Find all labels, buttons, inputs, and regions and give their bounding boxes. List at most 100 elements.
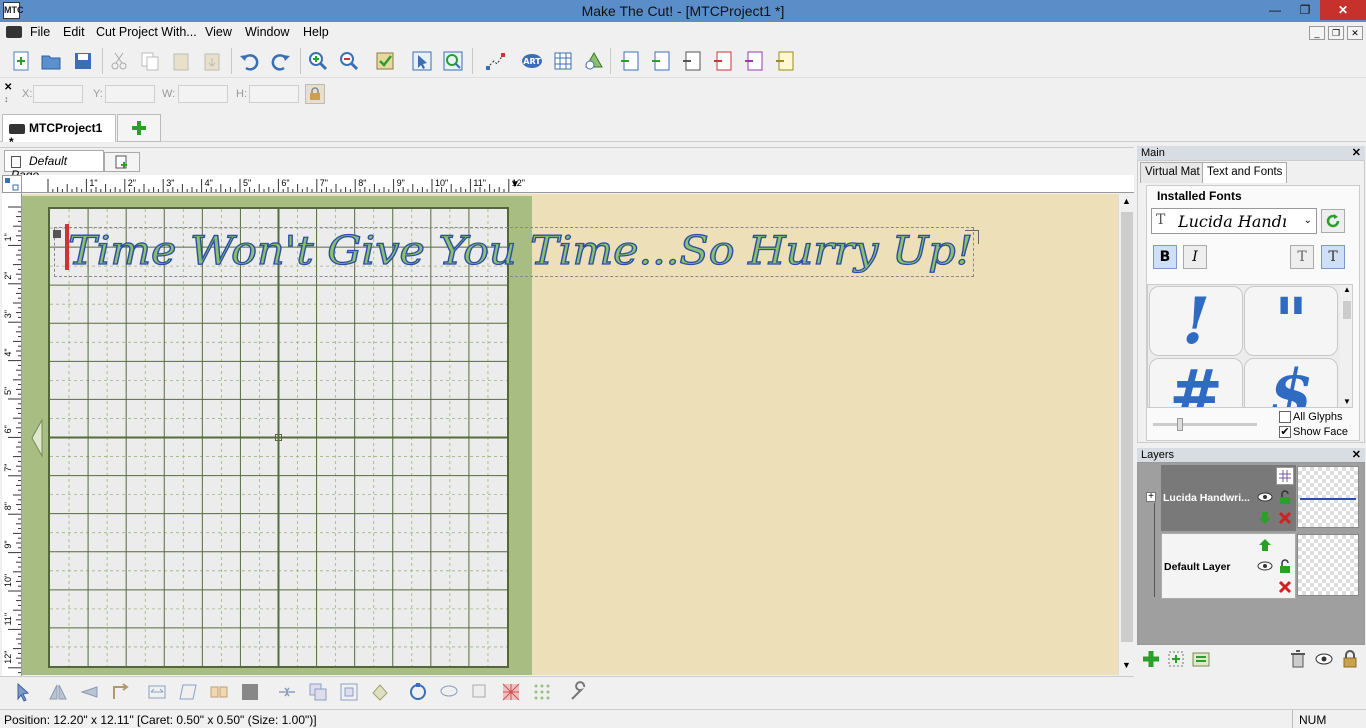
trash-icon[interactable] [1287, 648, 1309, 670]
glyph-size-slider-handle[interactable] [1177, 418, 1183, 431]
grid-icon[interactable] [1276, 467, 1294, 485]
canvas-text-svg[interactable]: Time Won't Give You Time...So Hurry Up! [56, 224, 986, 278]
document-menu-icon[interactable] [6, 26, 22, 38]
mat-collapse-arrow-icon[interactable] [30, 418, 44, 458]
show-all-layers-icon[interactable] [1313, 648, 1335, 670]
expand-layer-icon[interactable]: + [1146, 492, 1156, 502]
lock-icon[interactable] [1276, 488, 1294, 506]
restore-icon[interactable]: ❐ [1290, 0, 1320, 20]
glyph-hash[interactable]: # [1149, 356, 1243, 407]
canvas-text[interactable]: Time Won't Give You Time...So Hurry Up! [67, 228, 973, 274]
scroll-down-icon[interactable]: ▼ [1343, 397, 1351, 406]
menu-window[interactable]: Window [245, 25, 289, 39]
menu-help[interactable]: Help [303, 25, 329, 39]
pointer-tool-icon[interactable] [10, 679, 36, 705]
new-document-icon[interactable] [8, 48, 34, 74]
shape-magic-icon[interactable] [367, 679, 393, 705]
refresh-fonts-button[interactable] [1321, 209, 1345, 233]
zoom-out-icon[interactable] [336, 48, 362, 74]
bold-button[interactable]: B [1153, 245, 1177, 269]
menu-file[interactable]: File [30, 25, 50, 39]
add-page-button[interactable] [104, 152, 140, 172]
add-sublayer-icon[interactable] [1165, 648, 1187, 670]
group-icon[interactable] [305, 679, 331, 705]
italic-button[interactable]: I [1183, 245, 1207, 269]
menu-cut-project-with[interactable]: Cut Project With... [96, 25, 197, 39]
glyph-exclamation[interactable]: ! [1149, 285, 1243, 359]
skew-icon[interactable] [175, 679, 201, 705]
flip-horizontal-icon[interactable] [45, 679, 71, 705]
shadow-icon[interactable] [467, 679, 493, 705]
y-field[interactable] [105, 85, 155, 103]
dot-grid-icon[interactable] [529, 679, 555, 705]
delete-layer-icon[interactable] [1276, 509, 1294, 527]
lock-all-layers-icon[interactable] [1339, 648, 1361, 670]
circle-path-icon[interactable] [405, 679, 431, 705]
undo-icon[interactable] [236, 48, 262, 74]
import-svg-icon[interactable] [617, 48, 643, 74]
select-tool-icon[interactable] [409, 48, 435, 74]
wrench-icon[interactable] [566, 679, 592, 705]
add-layer-icon[interactable] [1140, 648, 1162, 670]
align-icon[interactable] [206, 679, 232, 705]
minimize-icon[interactable]: — [1260, 0, 1290, 20]
import-cut-icon[interactable] [741, 48, 767, 74]
delete-layer-icon[interactable] [1276, 578, 1294, 596]
art-icon[interactable]: ART [519, 48, 545, 74]
copy-icon[interactable] [137, 48, 163, 74]
pattern-fill-icon[interactable] [498, 679, 524, 705]
close-coordbar-icon[interactable]: ✕ [4, 82, 12, 93]
scroll-up-icon[interactable]: ▲ [1122, 196, 1131, 206]
scroll-thumb[interactable] [1121, 212, 1133, 642]
node-edit-icon[interactable] [482, 48, 508, 74]
paste-in-place-icon[interactable] [199, 48, 225, 74]
text-tool-button[interactable]: T [1321, 245, 1345, 269]
lasso-icon[interactable] [436, 679, 462, 705]
glyph-scroll-thumb[interactable] [1343, 301, 1351, 319]
scroll-down-icon[interactable]: ▼ [1122, 660, 1131, 670]
ruler-dropdown-icon[interactable]: ▼ [510, 179, 520, 190]
import-wpc-icon[interactable] [710, 48, 736, 74]
menu-edit[interactable]: Edit [63, 25, 85, 39]
fill-icon[interactable] [237, 679, 263, 705]
eye-icon[interactable] [1256, 488, 1274, 506]
weld-icon[interactable] [274, 679, 300, 705]
import-pdf-icon[interactable] [648, 48, 674, 74]
cut-icon[interactable] [106, 48, 132, 74]
mdi-minimize-icon[interactable]: _ [1309, 26, 1325, 40]
save-icon[interactable] [70, 48, 96, 74]
page-tab[interactable]: Default Page [4, 150, 104, 182]
move-layer-up-icon[interactable] [1256, 536, 1274, 554]
x-field[interactable] [33, 85, 83, 103]
eye-icon[interactable] [1256, 557, 1274, 575]
mdi-close-icon[interactable]: ✕ [1347, 26, 1363, 40]
tab-text-and-fonts[interactable]: Text and Fonts [1202, 162, 1288, 183]
tab-virtual-mat[interactable]: Virtual Mat [1140, 162, 1205, 183]
redo-icon[interactable] [268, 48, 294, 74]
glyph-size-slider[interactable] [1153, 423, 1257, 426]
ruler-origin-icon[interactable] [2, 175, 22, 193]
text-to-path-button[interactable]: T [1290, 245, 1314, 269]
paste-icon[interactable] [168, 48, 194, 74]
layer-thumbnail[interactable] [1297, 534, 1359, 596]
w-field[interactable] [178, 85, 228, 103]
shapes-icon[interactable] [581, 48, 607, 74]
menu-view[interactable]: View [205, 25, 232, 39]
import-scut-icon[interactable] [772, 48, 798, 74]
scroll-up-icon[interactable]: ▲ [1343, 285, 1351, 294]
import-file-icon[interactable] [679, 48, 705, 74]
main-panel-close-icon[interactable]: ✕ [1352, 146, 1361, 160]
all-glyphs-checkbox[interactable] [1279, 411, 1291, 423]
vertical-scrollbar[interactable]: ▲ ▼ [1118, 194, 1134, 675]
layers-panel-close-icon[interactable]: ✕ [1352, 448, 1361, 462]
zoom-fit-icon[interactable] [440, 48, 466, 74]
lock-icon[interactable] [1276, 557, 1294, 575]
zoom-in-icon[interactable] [305, 48, 331, 74]
layer-thumbnail[interactable] [1297, 466, 1359, 528]
glyph-quote[interactable]: " [1244, 285, 1338, 359]
show-face-checkbox[interactable]: ✔ [1279, 426, 1291, 438]
preferences-icon[interactable] [372, 48, 398, 74]
mdi-restore-icon[interactable]: ❐ [1328, 26, 1344, 40]
project-tab[interactable]: MTCProject1 * [2, 114, 116, 149]
open-folder-icon[interactable] [38, 48, 64, 74]
